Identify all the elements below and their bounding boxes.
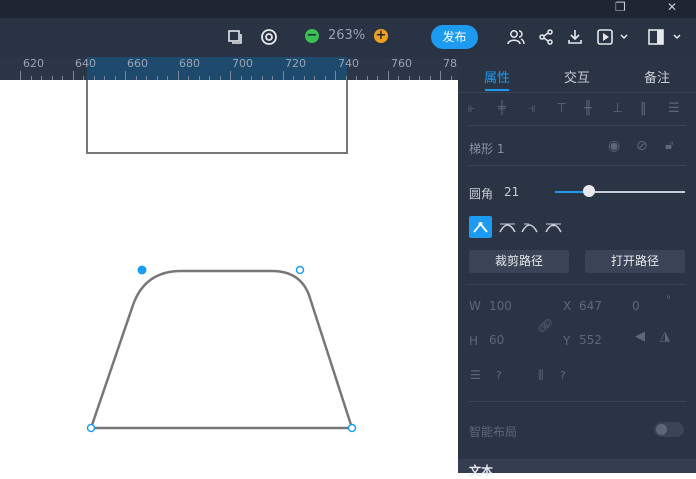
visibility-icon[interactable]: ◉ xyxy=(608,138,620,154)
tab-interaction[interactable]: 交互 xyxy=(564,67,590,86)
crop-path-button[interactable]: 裁剪路径 xyxy=(469,250,569,273)
ruler-tick-label: 660 xyxy=(127,57,148,70)
panel-toggle-icon[interactable] xyxy=(646,26,684,48)
letter-spacing-icon[interactable]: ⫼ xyxy=(538,368,544,383)
settings-icon[interactable] xyxy=(258,26,280,48)
text-section-header[interactable]: 文本 xyxy=(458,459,696,478)
corner-type-asymmetric-icon[interactable] xyxy=(542,216,565,238)
link-proportions-icon[interactable]: 🔗︎ xyxy=(537,319,554,334)
flip-vertical-icon[interactable]: ◮ xyxy=(660,329,670,344)
tab-properties[interactable]: 属性 xyxy=(484,67,510,86)
letter-spacing-value[interactable]: ? xyxy=(560,369,566,382)
horizontal-ruler: 620 640 660 680 700 720 740 760 78 xyxy=(0,57,458,80)
open-path-button[interactable]: 打开路径 xyxy=(585,250,685,273)
divider xyxy=(468,401,686,402)
ruler-tick-mark xyxy=(177,71,179,80)
text-section-label: 文本 xyxy=(469,464,494,478)
align-toolbar: ⫦ ╪ ⫣ ⊤ ╫ ⊥ ‖ ☰ xyxy=(468,101,688,117)
tab-notes[interactable]: 备注 xyxy=(644,67,670,86)
align-right-icon[interactable]: ⫣ xyxy=(528,101,536,116)
divider xyxy=(458,92,696,93)
zoom-in-button[interactable]: + xyxy=(374,29,388,43)
line-spacing-icon[interactable]: ☰ xyxy=(470,368,481,382)
publish-button[interactable]: 发布 xyxy=(431,25,478,49)
ruler-tick-label: 680 xyxy=(179,57,200,70)
design-canvas[interactable] xyxy=(0,80,458,473)
download-icon[interactable] xyxy=(564,26,586,48)
divider xyxy=(468,165,686,166)
align-top-icon[interactable]: ⊤ xyxy=(556,101,567,116)
y-value[interactable]: 552 xyxy=(579,333,602,347)
bottom-right-handle[interactable] xyxy=(347,423,357,433)
degree-icon: ° xyxy=(666,295,671,306)
align-center-h-icon[interactable]: ╪ xyxy=(498,101,506,116)
ruler-tick-mark xyxy=(125,71,126,80)
rectangle-shape[interactable] xyxy=(86,80,348,154)
align-left-icon[interactable]: ⫦ xyxy=(468,101,475,116)
x-value[interactable]: 647 xyxy=(579,299,602,313)
toggle-knob xyxy=(656,424,667,435)
divider xyxy=(468,125,686,126)
corner-radius-label: 圆角 xyxy=(469,187,494,201)
corner-type-mirrored-icon[interactable] xyxy=(496,216,519,238)
zoom-out-button[interactable]: − xyxy=(305,29,319,43)
ruler-tick-mark xyxy=(335,71,336,80)
distribute-v-icon[interactable]: ☰ xyxy=(668,101,680,116)
toolbar: − 263% + 发布 xyxy=(0,18,696,57)
active-tab-indicator xyxy=(485,89,509,91)
y-label: Y xyxy=(563,334,571,348)
close-window-icon[interactable]: ✕ xyxy=(667,0,677,14)
x-label: X xyxy=(563,299,572,313)
smart-layout-label: 智能布局 xyxy=(469,425,518,439)
corner-radius-handle[interactable] xyxy=(137,265,147,275)
ruler-tick-label: 700 xyxy=(232,57,253,70)
corner-type-disconnected-icon[interactable] xyxy=(518,216,541,238)
height-label: H xyxy=(469,334,479,348)
ruler-tick-label: 760 xyxy=(391,57,412,70)
ruler-tick-mark xyxy=(440,71,441,80)
align-middle-v-icon[interactable]: ╫ xyxy=(584,101,592,116)
ruler-tick-mark xyxy=(282,71,284,80)
title-bar: ❐ ✕ xyxy=(0,0,696,18)
rotation-value[interactable]: 0 xyxy=(632,299,640,313)
unlock-icon[interactable]: 🔓︎ xyxy=(665,138,673,153)
ruler-tick-mark xyxy=(20,71,21,80)
align-bottom-icon[interactable]: ⊥ xyxy=(612,101,623,116)
ruler-tick-mark xyxy=(387,71,389,80)
width-value[interactable]: 100 xyxy=(489,299,512,313)
zoom-level[interactable]: 263% xyxy=(328,28,365,43)
flip-horizontal-icon[interactable]: ◀ xyxy=(635,329,645,344)
disable-icon[interactable]: ⊘ xyxy=(636,138,648,154)
corner-radius-slider-knob[interactable] xyxy=(582,185,595,197)
corner-type-straight-button[interactable] xyxy=(469,216,492,238)
share-icon[interactable] xyxy=(535,26,557,48)
ruler-tick-label: 78 xyxy=(443,57,457,70)
line-spacing-value[interactable]: ? xyxy=(496,369,502,382)
users-icon[interactable] xyxy=(505,26,527,48)
top-right-handle[interactable] xyxy=(295,265,305,275)
corner-radius-value[interactable]: 21 xyxy=(504,185,519,199)
trapezoid-shape[interactable] xyxy=(89,269,354,430)
distribute-h-icon[interactable]: ‖ xyxy=(640,101,647,116)
shape-name[interactable]: 梯形 1 xyxy=(469,140,504,157)
ruler-selection-highlight xyxy=(87,57,347,80)
ruler-tick-label: 740 xyxy=(338,57,359,70)
divider xyxy=(468,284,686,285)
height-value[interactable]: 60 xyxy=(489,333,504,347)
ruler-tick-label: 620 xyxy=(23,57,44,70)
preview-play-icon[interactable] xyxy=(595,26,631,48)
ruler-tick-mark xyxy=(72,71,74,80)
smart-layout-toggle[interactable] xyxy=(654,422,684,437)
bottom-left-handle[interactable] xyxy=(86,423,96,433)
width-label: W xyxy=(469,299,481,313)
ruler-tick-label: 720 xyxy=(285,57,306,70)
ruler-tick-label: 640 xyxy=(75,57,96,70)
properties-panel: 属性 交互 备注 ⫦ ╪ ⫣ ⊤ ╫ ⊥ ‖ ☰ 梯形 1 ◉ ⊘ 🔓︎ 圆角 … xyxy=(458,57,696,478)
layer-copy-icon[interactable] xyxy=(224,26,246,48)
canvas-shapes xyxy=(86,80,357,433)
restore-window-icon[interactable]: ❐ xyxy=(615,0,626,14)
ruler-tick-mark xyxy=(230,71,231,80)
